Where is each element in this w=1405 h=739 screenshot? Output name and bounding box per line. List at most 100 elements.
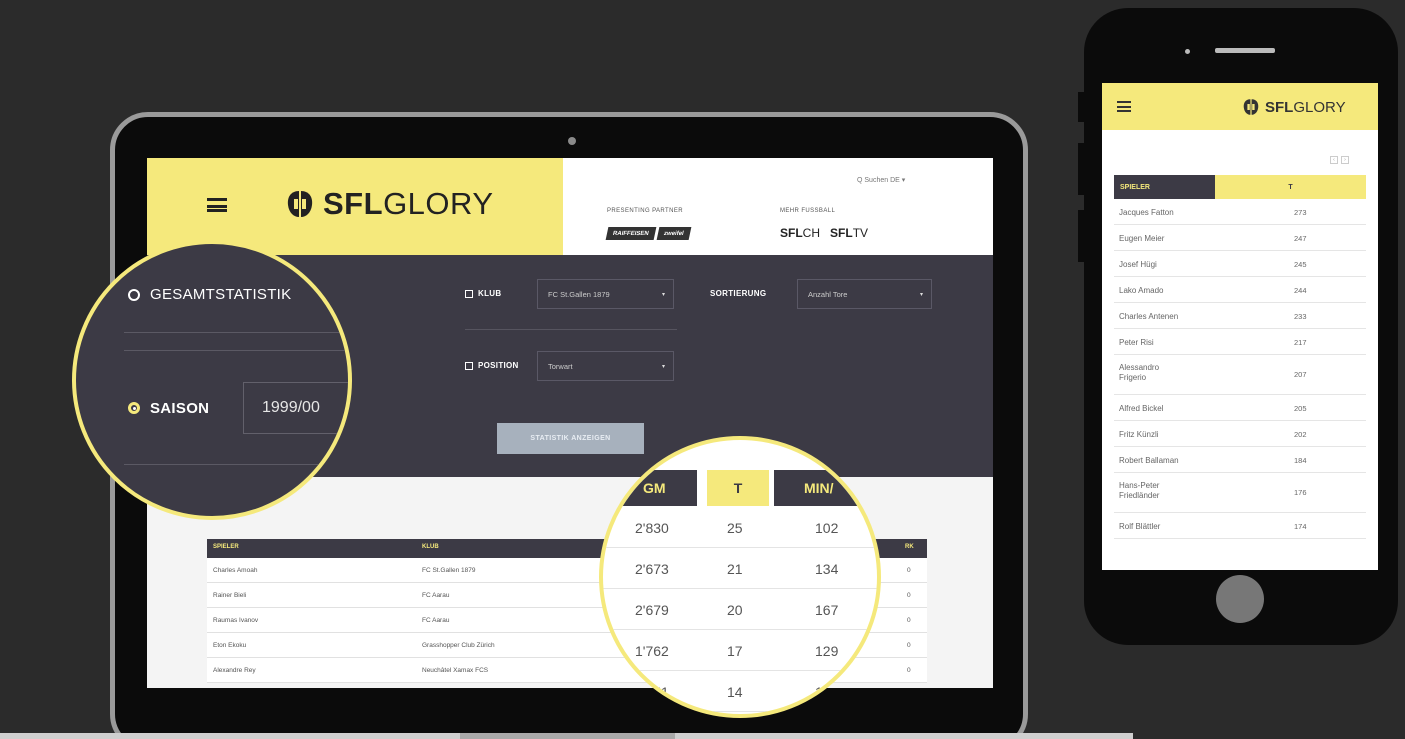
cell-spieler: Charles Amoah [213, 567, 258, 574]
klub-label: KLUB [478, 289, 502, 298]
cell-min: 102 [815, 520, 839, 536]
phone-camera [1185, 49, 1190, 54]
col-rk[interactable]: RK [905, 544, 914, 550]
player-name: Hans-Peter Friedländer [1119, 481, 1160, 500]
cell-min: 129 [815, 643, 839, 659]
gesamtstatistik-label: GESAMTSTATISTIK [150, 286, 292, 303]
list-item[interactable]: Eugen Meier 247 [1114, 225, 1366, 251]
player-name: Robert Ballaman [1119, 456, 1179, 465]
cell-t: 17 [727, 643, 743, 659]
sflch-bold: SFL [780, 226, 803, 240]
cell-min: 134 [815, 561, 839, 577]
cell-spieler: Eton Ekoku [213, 642, 247, 649]
more-football-label: MEHR FUSSBALL [780, 208, 836, 214]
cell-rk: 0 [907, 642, 911, 649]
phone-header: SFLGLORY [1102, 83, 1378, 130]
col-spieler[interactable]: SPIELER [1114, 175, 1215, 199]
logo-light: GLORY [1293, 98, 1346, 116]
list-item[interactable]: Lako Amado 244 [1114, 277, 1366, 303]
table-pager: ‹ › [1330, 156, 1349, 164]
sflch-light: CH [802, 226, 821, 240]
list-item[interactable]: Alessandro Frigerio 207 [1114, 355, 1366, 395]
next-page-icon[interactable]: › [1341, 156, 1349, 164]
sortierung-select[interactable]: Anzahl Tore ▾ [797, 279, 932, 309]
cell-gm: 1'351 [635, 684, 669, 700]
list-item[interactable]: Alfred Bickel 205 [1114, 395, 1366, 421]
checkbox-icon [465, 289, 473, 298]
list-item[interactable]: Josef Hügi 245 [1114, 251, 1366, 277]
cell-gm: 2'830 [635, 520, 669, 536]
col-gm[interactable]: GM [603, 470, 697, 506]
cell-t: 20 [727, 602, 743, 618]
logo-bold: SFL [1265, 98, 1294, 116]
list-item[interactable]: Hans-Peter Friedländer 176 [1114, 473, 1366, 513]
sfltv-light: TV [852, 226, 869, 240]
zoom-table-magnifier: GM T MIN/ 2'830 25 102 2'673 21 134 2'67… [599, 436, 881, 718]
link-sfl-ch[interactable]: SFLCH [780, 226, 820, 240]
player-goals: 273 [1294, 208, 1307, 217]
zoom-row[interactable]: 2'673 21 134 [603, 549, 877, 589]
home-button[interactable] [1216, 575, 1264, 623]
statistik-anzeigen-button[interactable]: STATISTIK ANZEIGEN [497, 423, 644, 454]
position-value: Torwart [548, 361, 573, 371]
player-goals: 247 [1294, 234, 1307, 243]
position-select[interactable]: Torwart ▾ [537, 351, 674, 381]
laptop-camera [568, 137, 576, 145]
col-t[interactable]: T [707, 470, 769, 506]
partner-zweifel[interactable]: zweifel [656, 227, 691, 240]
site-logo[interactable]: SFLGLORY [285, 188, 494, 219]
list-item[interactable]: Peter Risi 217 [1114, 329, 1366, 355]
cell-gm: 2'673 [635, 561, 669, 577]
col-min[interactable]: MIN/ [774, 470, 877, 506]
klub-value: FC St.Gallen 1879 [548, 289, 610, 299]
list-item[interactable]: Fritz Künzli 202 [1114, 421, 1366, 447]
player-name: Alessandro Frigerio [1119, 363, 1160, 382]
cell-rk: 0 [907, 592, 911, 599]
link-sfl-tv[interactable]: SFLTV [830, 226, 868, 240]
partner-raiffeisen[interactable]: RAIFFEISEN [605, 227, 657, 240]
cell-rk: 0 [907, 567, 911, 574]
logo-light: GLORY [383, 186, 494, 221]
menu-icon[interactable] [1117, 101, 1131, 112]
col-t[interactable]: T [1215, 175, 1366, 199]
player-goals: 217 [1294, 338, 1307, 347]
col-spieler[interactable]: SPIELER [213, 544, 239, 550]
cell-spieler: Rainer Bieli [213, 592, 247, 599]
more-football-links: SFLCH SFLTV [780, 226, 868, 240]
list-item[interactable]: Jacques Fatton 273 [1114, 199, 1366, 225]
radio-gesamtstatistik[interactable] [128, 289, 140, 301]
cell-klub: FC Aarau [422, 592, 450, 599]
zoom-row[interactable]: 2'830 25 102 [603, 508, 877, 548]
cell-klub: FC Aarau [422, 617, 450, 624]
klub-checkbox[interactable]: KLUB [465, 289, 501, 298]
cell-spieler: Alexandre Rey [213, 667, 256, 674]
player-goals: 202 [1294, 430, 1307, 439]
site-header: SFLGLORY Q Suchen DE ▾ PRESENTING PARTNE… [147, 158, 993, 255]
cell-t: 14 [727, 684, 743, 700]
col-klub[interactable]: KLUB [422, 544, 439, 550]
menu-icon[interactable] [207, 198, 227, 212]
cell-gm: 1'762 [635, 643, 669, 659]
cell-t: 25 [727, 520, 743, 536]
player-name: Jacques Fatton [1119, 208, 1174, 217]
list-item[interactable]: Rolf Blättler 174 [1114, 513, 1366, 539]
site-logo[interactable]: SFLGLORY [1242, 98, 1346, 116]
phone-screen: SFLGLORY ‹ › SPIELER T Jacques Fatton 273… [1102, 83, 1378, 570]
radio-saison[interactable] [128, 402, 140, 414]
prev-page-icon[interactable]: ‹ [1330, 156, 1338, 164]
player-name: Peter Risi [1119, 338, 1154, 347]
zoom-row[interactable]: 1'351 14 19 [603, 672, 877, 712]
saison-select[interactable]: 1999/00 [243, 382, 348, 434]
klub-select[interactable]: FC St.Gallen 1879 ▾ [537, 279, 674, 309]
list-item[interactable]: Charles Antenen 233 [1114, 303, 1366, 329]
cell-min: 167 [815, 602, 839, 618]
search-language-bar[interactable]: Q Suchen DE ▾ [857, 176, 905, 184]
list-item[interactable]: Robert Ballaman 184 [1114, 447, 1366, 473]
position-checkbox[interactable]: POSITION [465, 361, 519, 370]
laptop-notch [460, 733, 675, 739]
cell-klub: Grasshopper Club Zürich [422, 642, 495, 649]
zoom-row[interactable]: 2'679 20 167 [603, 590, 877, 630]
player-name: Rolf Blättler [1119, 522, 1161, 531]
partner-badges: RAIFFEISEN zweifel [605, 227, 691, 240]
zoom-row[interactable]: 1'762 17 129 [603, 631, 877, 671]
